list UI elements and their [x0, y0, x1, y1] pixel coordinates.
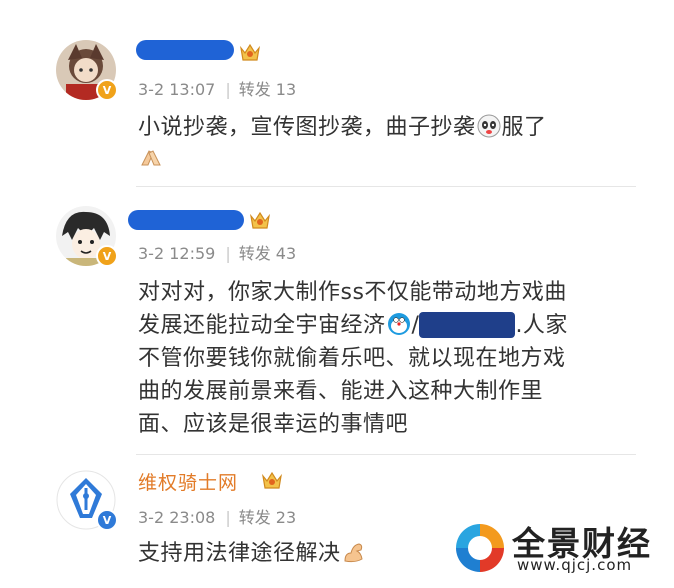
member-crown-icon: [262, 471, 282, 489]
username-redacted[interactable]: [136, 40, 234, 60]
username[interactable]: 维权骑士网: [138, 468, 238, 495]
avatar[interactable]: V: [56, 206, 118, 267]
repost-count[interactable]: 转发 43: [239, 244, 296, 263]
repost-count[interactable]: 转发 23: [239, 508, 296, 527]
post-meta: 3-2 13:07 | 转发 13: [138, 80, 297, 99]
divider: [136, 454, 636, 455]
watermark-url: www.qjcj.com: [517, 556, 633, 574]
member-crown-icon: [240, 43, 260, 61]
post-meta: 3-2 12:59 | 转发 43: [138, 244, 297, 263]
avatar[interactable]: V: [56, 40, 118, 101]
panda-emoji-icon: [477, 114, 501, 138]
verified-badge-icon: V: [96, 245, 118, 267]
clap-hands-emoji-icon: [141, 150, 161, 166]
verified-badge-icon: V: [96, 79, 118, 101]
redacted-mention[interactable]: [419, 312, 516, 338]
doraemon-emoji-icon: [387, 313, 410, 335]
divider: [136, 186, 636, 187]
comment-feed: V 3-2 13:07 | 转发 13 小说抄袭，宣传图抄袭，曲子抄袭 服了 V…: [46, 28, 636, 588]
post-date: 3-2 12:59: [138, 244, 216, 263]
comment-text: 小说抄袭，宣传图抄袭，曲子抄袭 服了: [138, 112, 618, 176]
post-date: 3-2 13:07: [138, 80, 216, 99]
watermark-logo-icon: [454, 522, 506, 574]
avatar[interactable]: V: [56, 470, 118, 531]
member-crown-icon: [250, 211, 270, 229]
post-date: 3-2 23:08: [138, 508, 216, 527]
verified-badge-icon: V: [96, 509, 118, 531]
repost-count[interactable]: 转发 13: [239, 80, 296, 99]
strong-arm-emoji-icon: [344, 543, 363, 563]
username-redacted[interactable]: [128, 210, 244, 230]
comment-text: 对对对，你家大制作ss不仅能带动地方戏曲 发展还能拉动全宇宙经济 / .人家 不管你…: [138, 280, 568, 437]
post-meta: 3-2 23:08 | 转发 23: [138, 508, 297, 527]
